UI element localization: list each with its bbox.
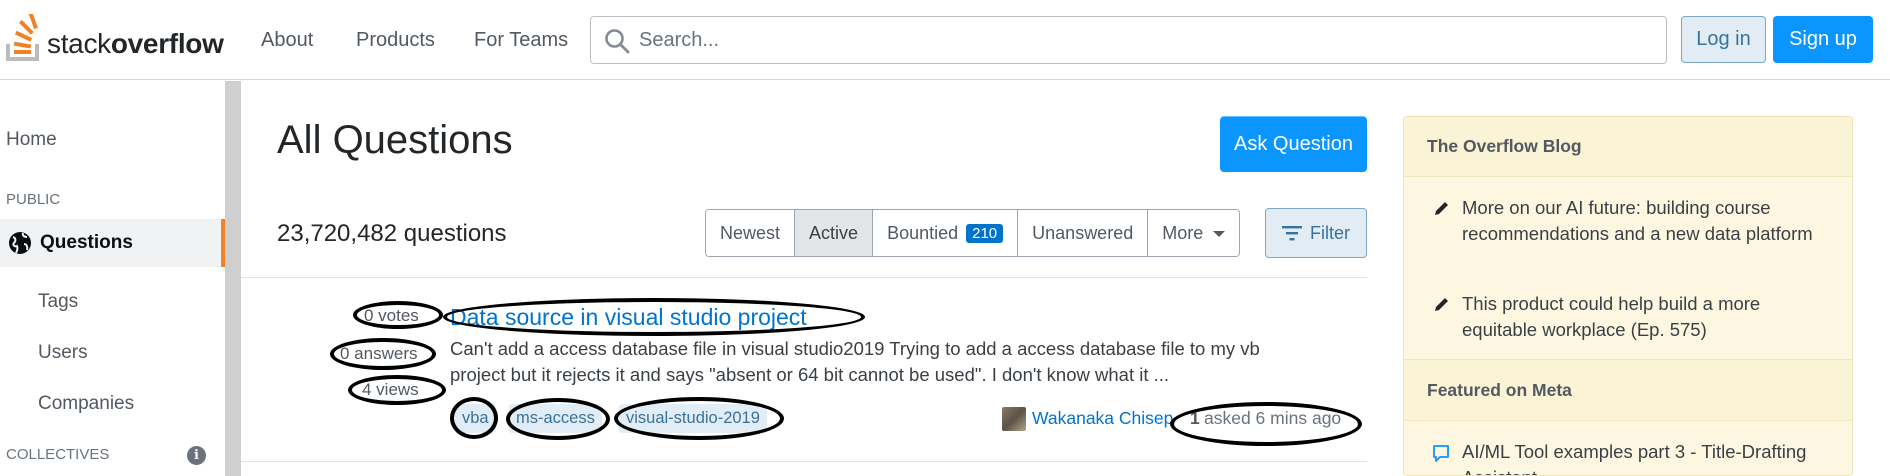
filter-icon: [1282, 226, 1302, 241]
sidebar-heading-collectives: COLLECTIVES: [6, 446, 110, 463]
bounty-count-badge: 210: [966, 223, 1004, 243]
asked-time[interactable]: asked 6 mins ago: [1204, 408, 1341, 429]
vote-count: 0 votes: [364, 306, 419, 325]
view-count: 4 views: [362, 380, 419, 399]
stack-overflow-logo-icon: [6, 14, 39, 61]
question-count: 23,720,482 questions: [277, 220, 507, 247]
stack-overflow-logo[interactable]: stackoverflow: [5, 12, 224, 62]
sidebar-item-users[interactable]: Users: [38, 342, 88, 364]
nav-about[interactable]: About: [261, 0, 313, 80]
featured-meta-heading: Featured on Meta: [1404, 359, 1852, 421]
nav-products[interactable]: Products: [356, 0, 435, 80]
blog-item[interactable]: This product could help build a more equ…: [1404, 291, 1852, 343]
sidebar-item-label: Questions: [40, 232, 133, 253]
sidebar-item-tags[interactable]: Tags: [38, 291, 78, 313]
login-button[interactable]: Log in: [1681, 16, 1766, 63]
pencil-icon: [1435, 298, 1448, 311]
ask-question-button[interactable]: Ask Question: [1220, 116, 1367, 172]
question-excerpt: Can't add a access database file in visu…: [450, 338, 1260, 385]
overflow-blog-widget: The Overflow Blog More on our AI future:…: [1403, 116, 1853, 476]
page-title: All Questions: [277, 118, 513, 162]
tag-visual-studio-2019[interactable]: visual-studio-2019: [619, 404, 767, 433]
tab-active[interactable]: Active: [795, 210, 874, 256]
meta-item[interactable]: AI/ML Tool examples part 3 - Title-Draft…: [1404, 439, 1852, 475]
tab-bountied[interactable]: Bountied 210: [873, 210, 1019, 256]
tag-ms-access[interactable]: ms-access: [509, 404, 602, 433]
meta-item-link[interactable]: AI/ML Tool examples part 3 - Title-Draft…: [1462, 439, 1822, 475]
user-name-link[interactable]: Wakanaka Chisep: [1032, 408, 1173, 429]
sidebar-item-questions[interactable]: Questions: [0, 219, 225, 267]
divider: [241, 277, 1367, 278]
blog-item-link[interactable]: More on our AI future: building course r…: [1462, 195, 1822, 247]
signup-button[interactable]: Sign up: [1773, 16, 1873, 63]
blog-heading: The Overflow Blog: [1404, 117, 1852, 177]
question-title-link[interactable]: Data source in visual studio project: [450, 304, 807, 331]
left-sidebar: Home PUBLIC Questions Tags Users Compani…: [0, 81, 225, 476]
nav-for-teams[interactable]: For Teams: [474, 0, 568, 80]
top-bar: stackoverflow About Products For Teams L…: [0, 0, 1890, 80]
tab-newest[interactable]: Newest: [706, 210, 796, 256]
tab-more[interactable]: More: [1148, 210, 1240, 256]
chevron-down-icon: [1213, 231, 1226, 237]
blog-item-link[interactable]: This product could help build a more equ…: [1462, 291, 1822, 343]
pencil-icon: [1435, 202, 1448, 215]
user-avatar-icon[interactable]: [1002, 407, 1026, 431]
tab-unanswered[interactable]: Unanswered: [1018, 210, 1149, 256]
filter-button[interactable]: Filter: [1265, 208, 1367, 258]
user-reputation: 1: [1190, 408, 1200, 428]
sidebar-scrollbar[interactable]: [225, 81, 241, 476]
search-box: [590, 16, 1667, 64]
blog-item[interactable]: More on our AI future: building course r…: [1404, 195, 1852, 247]
divider: [241, 461, 1367, 462]
logo-text: stackoverflow: [47, 28, 224, 59]
search-icon: [605, 29, 630, 54]
sort-tabs: Newest Active Bountied 210 Unanswered Mor…: [705, 209, 1241, 257]
sidebar-item-home[interactable]: Home: [6, 129, 57, 151]
sidebar-heading-public: PUBLIC: [6, 191, 61, 208]
sidebar-item-companies[interactable]: Companies: [38, 393, 134, 415]
speech-bubble-icon: [1433, 445, 1449, 462]
info-icon[interactable]: i: [187, 446, 206, 465]
tag-vba[interactable]: vba: [455, 404, 496, 433]
search-input[interactable]: [639, 25, 1639, 55]
answer-count: 0 answers: [340, 344, 418, 363]
globe-icon: [9, 232, 31, 254]
